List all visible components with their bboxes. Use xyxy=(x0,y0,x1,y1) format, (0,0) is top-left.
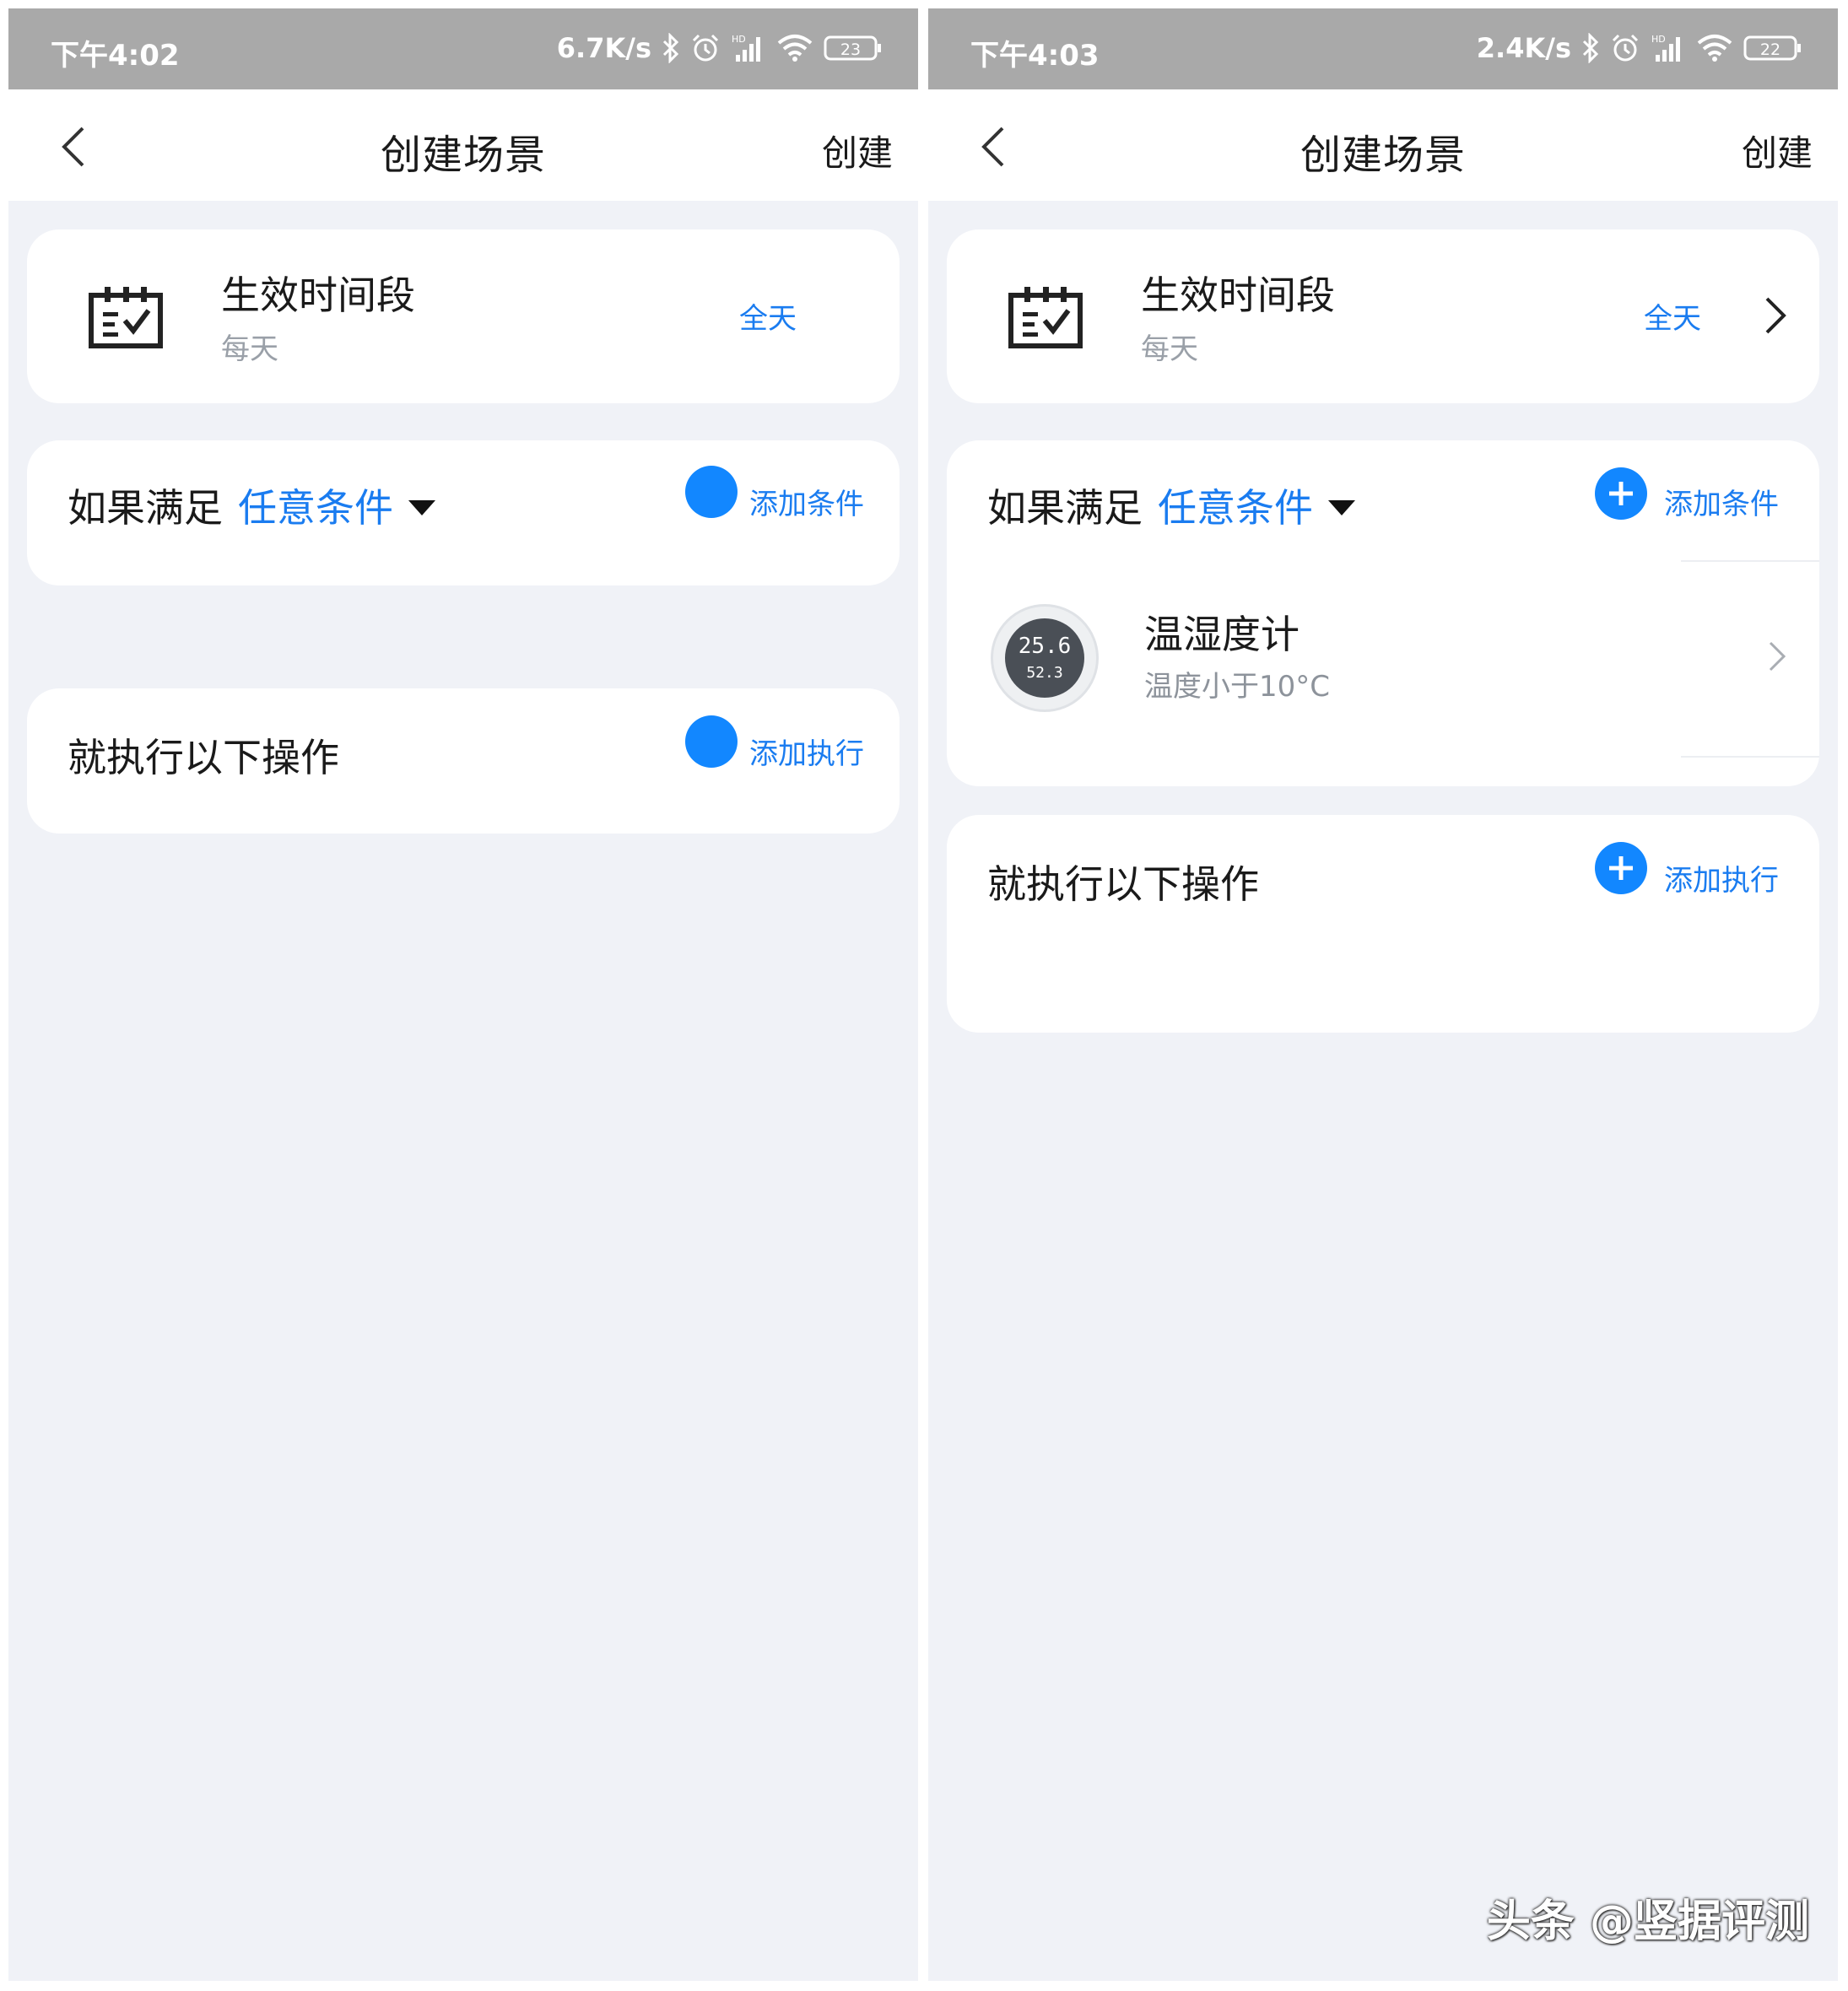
divider xyxy=(1681,756,1819,758)
create-button[interactable]: 创建 xyxy=(822,125,893,176)
wifi-icon xyxy=(777,35,813,62)
svg-text:HD: HD xyxy=(1651,34,1666,45)
status-bar: 下午4:03 2.4K/s HD 22 xyxy=(928,8,1838,89)
page-title: 创建场景 xyxy=(1300,132,1466,179)
thermo-hygrometer-icon: 25.6 52.3 xyxy=(991,604,1099,712)
time-period-repeat: 每天 xyxy=(221,332,278,366)
battery-icon: 23 xyxy=(824,35,881,61)
add-action-button[interactable]: 添加执行 xyxy=(749,731,864,772)
alarm-icon xyxy=(1612,34,1639,62)
device-name: 温湿度计 xyxy=(1144,612,1300,657)
net-speed: 6.7K/s xyxy=(556,32,651,64)
time-period-card[interactable]: 生效时间段 每天 全天 xyxy=(27,229,900,403)
add-condition-button[interactable]: 添加条件 xyxy=(1664,481,1779,522)
time-period-repeat: 每天 xyxy=(1141,332,1198,366)
condition-type-select[interactable]: 任意条件 xyxy=(238,485,393,531)
condition-card: 如果满足 任意条件 添加条件 25.6 52.3 温湿度计 温度小于10°C xyxy=(947,440,1819,786)
time-period-card[interactable]: 生效时间段 每天 全天 xyxy=(947,229,1819,403)
signal-hd-icon: HD xyxy=(732,34,760,62)
screen-before: 下午4:02 6.7K/s HD 23 创建场景 创建 生效时间段 每天 全天 … xyxy=(8,8,918,1981)
screen-after: 下午4:03 2.4K/s HD 22 创建场景 创建 生效时间段 每天 全天 … xyxy=(928,8,1838,1981)
bluetooth-icon xyxy=(1582,33,1599,63)
bluetooth-icon xyxy=(662,33,679,63)
page-title: 创建场景 xyxy=(380,132,546,179)
dropdown-triangle-icon[interactable] xyxy=(1328,499,1355,515)
condition-card: 如果满足 任意条件 添加条件 xyxy=(27,440,900,585)
signal-hd-icon: HD xyxy=(1651,34,1680,62)
time-period-value[interactable]: 全天 xyxy=(739,295,797,337)
chevron-right-icon[interactable] xyxy=(1767,639,1787,673)
time-period-title: 生效时间段 xyxy=(221,272,415,318)
calendar-check-icon xyxy=(1008,287,1083,348)
add-action-icon[interactable] xyxy=(1595,842,1647,894)
net-speed: 2.4K/s xyxy=(1476,32,1571,64)
add-action-icon[interactable] xyxy=(685,715,738,768)
nav-bar: 创建场景 创建 xyxy=(928,89,1838,201)
condition-header: 如果满足 任意条件 xyxy=(987,478,1355,533)
status-time: 下午4:03 xyxy=(970,39,1100,73)
wifi-icon xyxy=(1697,35,1732,62)
alarm-icon xyxy=(692,34,719,62)
dropdown-triangle-icon[interactable] xyxy=(408,499,435,515)
device-display-humidity: 52.3 xyxy=(1026,664,1063,682)
battery-level: 23 xyxy=(840,40,861,59)
condition-type-select[interactable]: 任意条件 xyxy=(1158,485,1313,531)
action-header: 就执行以下操作 xyxy=(987,861,1259,907)
battery-icon: 22 xyxy=(1743,35,1801,61)
add-condition-button[interactable]: 添加条件 xyxy=(749,481,864,522)
chevron-right-icon[interactable] xyxy=(1762,295,1787,336)
time-period-value[interactable]: 全天 xyxy=(1644,295,1701,337)
device-display-temp: 25.6 xyxy=(1018,634,1072,659)
action-card: 就执行以下操作 添加执行 xyxy=(27,688,900,834)
svg-text:HD: HD xyxy=(732,34,746,45)
condition-prefix: 如果满足 xyxy=(68,485,223,531)
status-time: 下午4:02 xyxy=(51,39,180,73)
calendar-check-icon xyxy=(89,287,163,348)
condition-prefix: 如果满足 xyxy=(987,485,1143,531)
status-bar: 下午4:02 6.7K/s HD 23 xyxy=(8,8,918,89)
condition-header: 如果满足 任意条件 xyxy=(68,478,435,533)
divider xyxy=(1681,560,1819,562)
nav-bar: 创建场景 创建 xyxy=(8,89,918,201)
add-action-button[interactable]: 添加执行 xyxy=(1664,857,1779,898)
add-condition-icon[interactable] xyxy=(1595,467,1647,520)
action-card: 就执行以下操作 添加执行 xyxy=(947,815,1819,1033)
time-period-title: 生效时间段 xyxy=(1141,272,1335,318)
battery-level: 22 xyxy=(1760,40,1780,59)
add-condition-icon[interactable] xyxy=(685,466,738,518)
create-button[interactable]: 创建 xyxy=(1742,125,1813,176)
watermark: 头条 @竖据评测 xyxy=(1486,1897,1809,1947)
action-header: 就执行以下操作 xyxy=(68,735,339,780)
device-condition: 温度小于10°C xyxy=(1144,670,1331,704)
